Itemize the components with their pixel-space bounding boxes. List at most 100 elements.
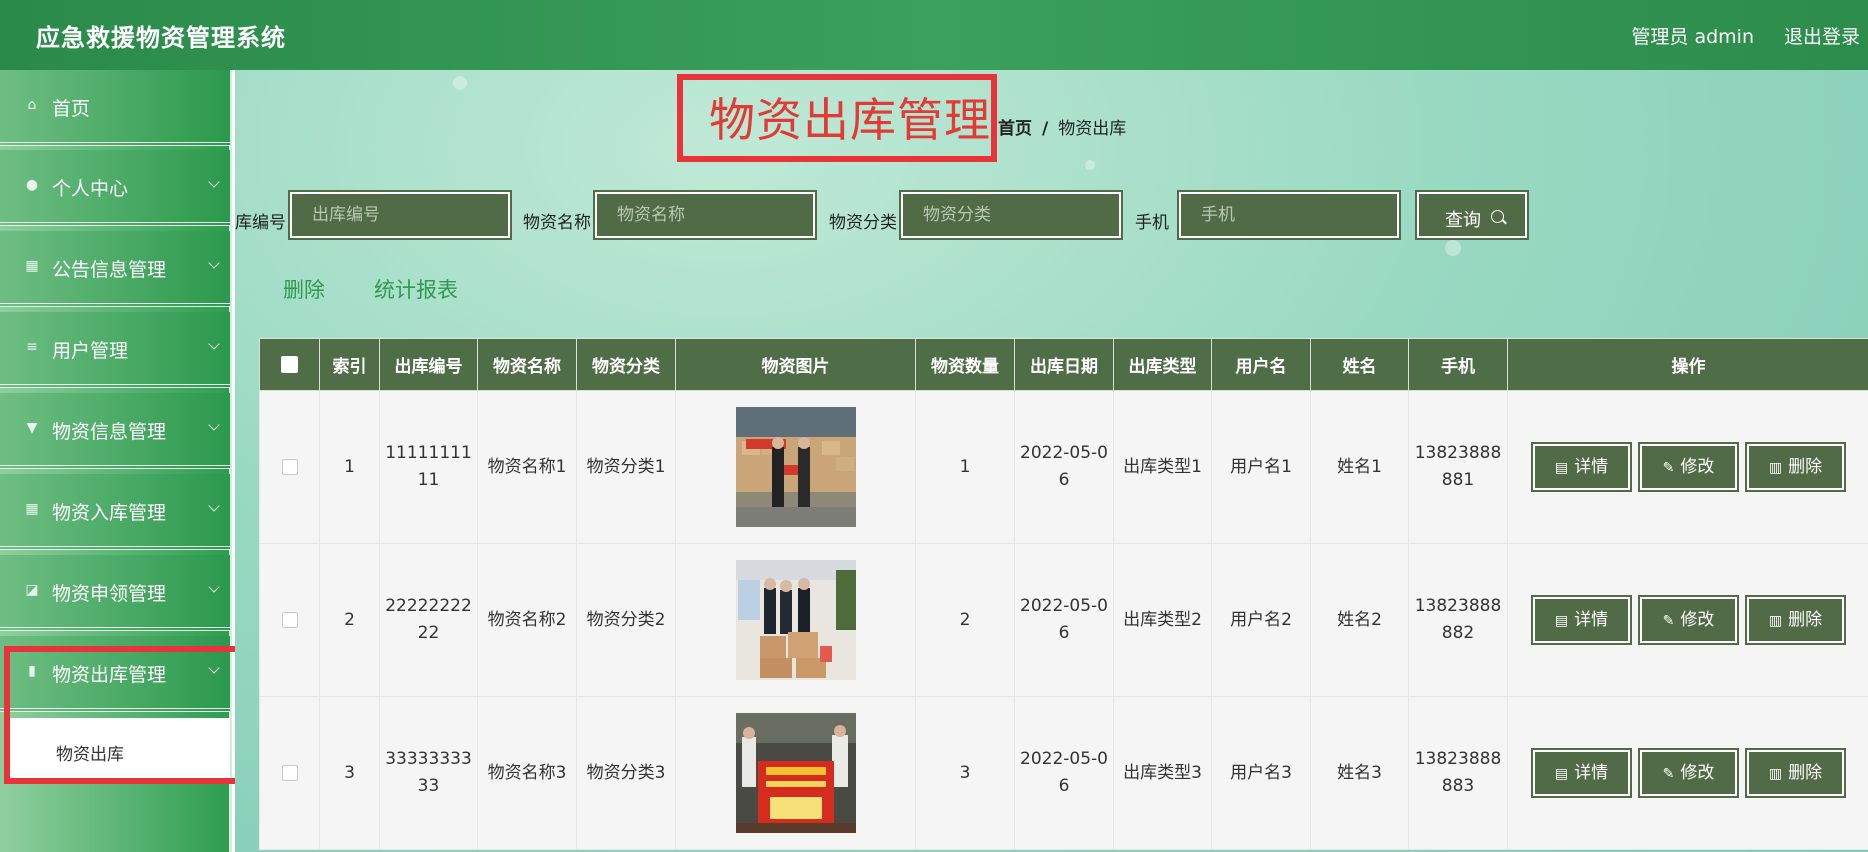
sidebar-item-label: 物资申领管理 [52, 583, 167, 605]
search-input-category[interactable] [899, 190, 1123, 240]
column-header: 出库日期 [1014, 338, 1114, 391]
sidebar-item-label: 物资出库管理 [52, 664, 167, 686]
edit-button[interactable]: ✎ 修改 [1638, 442, 1739, 492]
breadcrumb-current: 物资出库 [1058, 119, 1127, 139]
chevron-down-icon [208, 662, 220, 674]
home-icon: ⌂ [27, 97, 37, 113]
batch-delete-button[interactable]: 删除 [283, 274, 325, 304]
breadcrumb-separator: / [1042, 119, 1049, 139]
column-header: 索引 [319, 338, 380, 391]
sidebar-subitem-outbound[interactable]: 物资出库 [10, 718, 230, 784]
search-label-category: 物资分类 [829, 213, 897, 233]
main-content: 物资出库管理 首页 / 物资出库 出库编号 物资名称 物资分类 手机 查询 删除 统… [235, 70, 1868, 852]
sidebar-item-label: 首页 [52, 98, 91, 120]
cell-code: 2222222222 [379, 543, 478, 697]
search-icon [1491, 210, 1504, 223]
search-label-code: 出库编号 [235, 213, 286, 233]
bars-icon: ▮ [28, 663, 36, 679]
column-header: 手机 [1408, 338, 1508, 391]
query-button[interactable]: 查询 [1415, 190, 1529, 240]
sidebar-item-home[interactable]: ⌂ 首页 [0, 70, 230, 146]
sidebar-item-label: 物资信息管理 [52, 421, 167, 443]
sidebar-item-users[interactable]: ≡ 用户管理 [0, 312, 230, 388]
row-checkbox[interactable] [281, 458, 298, 475]
select-all-checkbox[interactable] [281, 356, 298, 373]
delete-button-label: 删除 [1788, 457, 1823, 477]
detail-button[interactable]: ▤ 详情 [1531, 442, 1632, 492]
column-header: 物资名称 [477, 338, 577, 391]
sidebar-item-label: 物资入库管理 [52, 502, 167, 524]
sidebar-item-personal-center[interactable]: ● 个人中心 [0, 150, 230, 226]
detail-button-label: 详情 [1574, 610, 1609, 630]
chevron-down-icon [208, 338, 220, 350]
cell-quantity: 1 [915, 390, 1015, 544]
cell-image [675, 543, 916, 697]
delete-button[interactable]: ▥ 删除 [1745, 442, 1846, 492]
logout-link[interactable]: 退出登录 [1784, 22, 1860, 49]
chevron-down-icon [208, 419, 220, 431]
table-row: 1 1111111111 物资名称1 物资分类1 1 2022-05-06 出库… [259, 390, 1868, 544]
document-icon: ▤ [1554, 613, 1569, 629]
breadcrumb-home[interactable]: 首页 [998, 119, 1032, 139]
delete-button-label: 删除 [1788, 763, 1823, 783]
cell-realname: 姓名3 [1310, 696, 1409, 850]
column-header: 用户名 [1211, 338, 1311, 391]
cell-username: 用户名2 [1211, 543, 1311, 697]
detail-button[interactable]: ▤ 详情 [1531, 595, 1632, 645]
cell-date: 2022-05-06 [1014, 696, 1114, 850]
column-header: 物资数量 [915, 338, 1015, 391]
select-all-header[interactable] [259, 338, 320, 391]
chevron-down-icon [208, 581, 220, 593]
row-select-cell[interactable] [259, 543, 320, 697]
admin-label: 管理员 admin [1631, 26, 1754, 48]
cell-date: 2022-05-06 [1014, 543, 1114, 697]
cell-actions: ▤ 详情 ✎ 修改 ▥ 删除 [1507, 543, 1868, 697]
list-icon: ≡ [26, 339, 38, 355]
edit-button-label: 修改 [1680, 610, 1715, 630]
sidebar-item-material-inbound[interactable]: ▦ 物资入库管理 [0, 474, 230, 550]
edit-button[interactable]: ✎ 修改 [1638, 595, 1739, 645]
edit-button[interactable]: ✎ 修改 [1638, 748, 1739, 798]
cell-image [675, 696, 916, 850]
search-input-code[interactable] [288, 190, 512, 240]
row-select-cell[interactable] [259, 390, 320, 544]
material-photo [735, 560, 856, 680]
table-row: 3 3333333333 物资名称3 物资分类3 3 2022-05-06 出库… [259, 696, 1868, 850]
cell-realname: 姓名2 [1310, 543, 1409, 697]
grid-icon: ▦ [25, 501, 39, 517]
delete-button[interactable]: ▥ 删除 [1745, 748, 1846, 798]
document-icon: ▤ [1554, 766, 1569, 782]
chevron-down-icon [208, 500, 220, 512]
column-header: 出库编号 [379, 338, 478, 391]
material-photo [735, 713, 856, 833]
cell-quantity: 2 [915, 543, 1015, 697]
cell-index: 1 [319, 390, 380, 544]
edit-button-label: 修改 [1680, 763, 1715, 783]
cell-type: 出库类型1 [1113, 390, 1212, 544]
column-header: 物资分类 [576, 338, 676, 391]
cell-phone: 13823888881 [1408, 390, 1508, 544]
cell-category: 物资分类2 [576, 543, 676, 697]
statistics-report-button[interactable]: 统计报表 [374, 274, 458, 304]
search-input-name[interactable] [593, 190, 817, 240]
cell-quantity: 3 [915, 696, 1015, 850]
chart-icon: ◪ [25, 582, 39, 598]
sidebar-item-material-outbound[interactable]: ▮ 物资出库管理 [0, 636, 230, 712]
delete-button[interactable]: ▥ 删除 [1745, 595, 1846, 645]
column-header: 操作 [1507, 338, 1868, 391]
sidebar-item-material-apply[interactable]: ◪ 物资申领管理 [0, 555, 230, 631]
chevron-down-icon [208, 176, 220, 188]
cell-username: 用户名1 [1211, 390, 1311, 544]
search-bar: 出库编号 物资名称 物资分类 手机 查询 [235, 188, 1868, 244]
sidebar-item-material-info[interactable]: ▼ 物资信息管理 [0, 393, 230, 469]
sidebar-item-notice[interactable]: ▦ 公告信息管理 [0, 231, 230, 307]
row-checkbox[interactable] [281, 611, 298, 628]
search-input-phone[interactable] [1177, 190, 1401, 240]
pen-icon: ✎ [1662, 766, 1675, 782]
top-header: 应急救援物资管理系统 管理员 admin 退出登录 [0, 0, 1868, 70]
chevron-down-icon [208, 257, 220, 269]
detail-button[interactable]: ▤ 详情 [1531, 748, 1632, 798]
row-select-cell[interactable] [259, 696, 320, 850]
row-checkbox[interactable] [281, 764, 298, 781]
cell-name: 物资名称3 [477, 696, 577, 850]
